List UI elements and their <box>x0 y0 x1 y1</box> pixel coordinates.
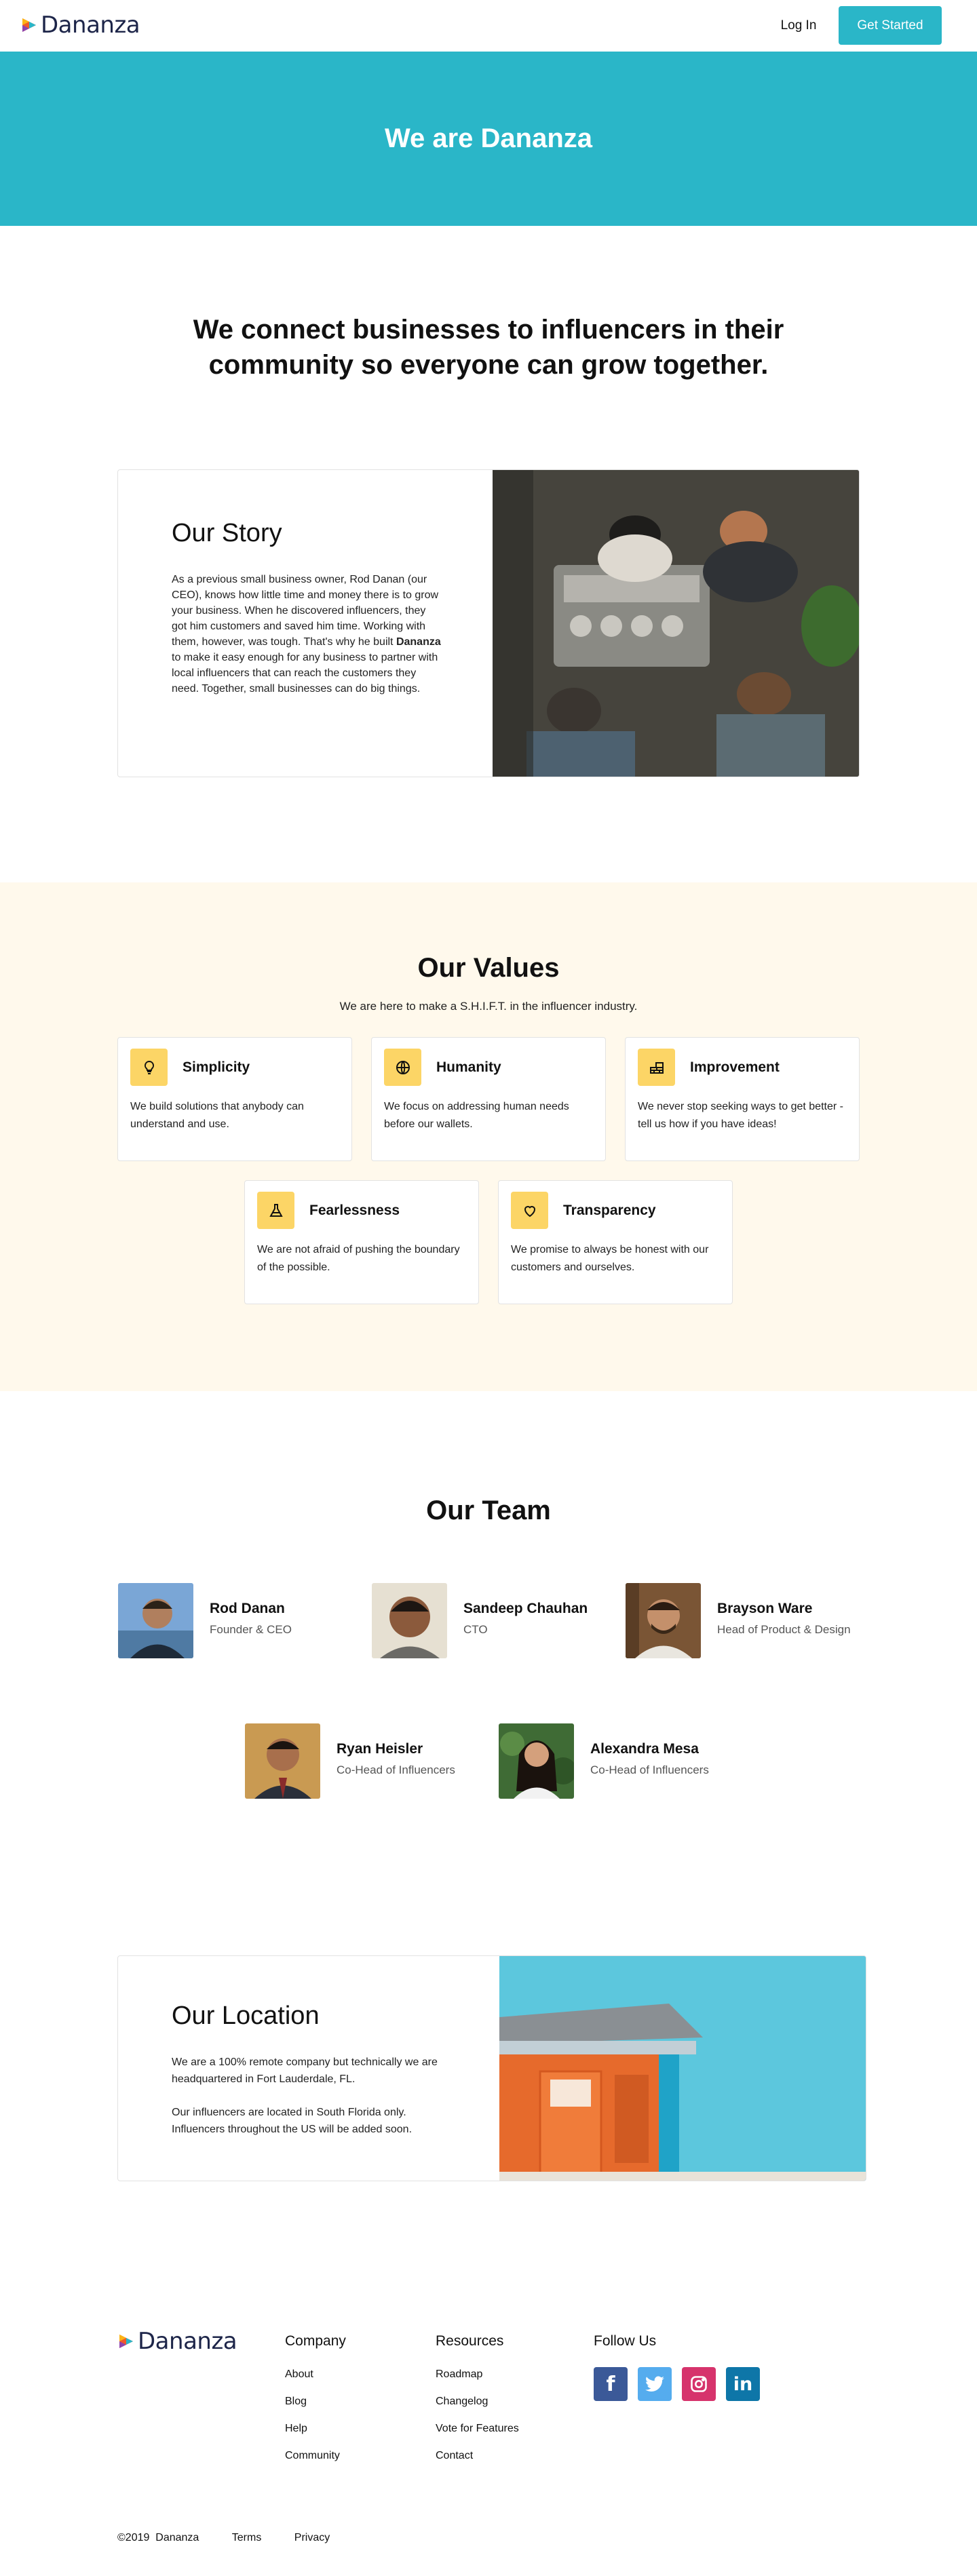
avatar-photo <box>118 1583 193 1658</box>
values-subtitle: We are here to make a S.H.I.F.T. in the … <box>339 1000 638 1013</box>
our-story-card: Our Story As a previous small business o… <box>117 469 860 777</box>
value-icon-box <box>384 1049 421 1086</box>
member-role: Head of Product & Design <box>717 1623 851 1636</box>
value-title: Simplicity <box>183 1059 250 1075</box>
flask-icon <box>269 1203 283 1217</box>
location-title: Our Location <box>172 2002 320 2030</box>
values-title: Our Values <box>417 953 560 983</box>
value-icon-box <box>130 1049 168 1086</box>
value-title: Improvement <box>690 1059 780 1075</box>
linkedin-icon[interactable]: in <box>726 2367 760 2401</box>
footer-link-changelog[interactable]: Changelog <box>436 2396 488 2408</box>
lifeguard-tower-photo <box>499 1956 866 2181</box>
member-name: Sandeep Chauhan <box>463 1601 588 1616</box>
bricks-icon <box>649 1061 664 1074</box>
value-title: Fearlessness <box>309 1203 400 1218</box>
value-description: We build solutions that anybody can unde… <box>130 1101 304 1130</box>
footer-follow-title: Follow Us <box>594 2333 657 2349</box>
instagram-camera-glyph <box>691 2376 707 2392</box>
location-photo-art <box>499 1956 866 2181</box>
hero-banner: We are Dananza <box>0 52 977 226</box>
twitter-bird-glyph <box>645 2376 664 2392</box>
avatar <box>372 1583 447 1658</box>
top-nav: Dananza Log In Get Started <box>0 0 977 52</box>
story-photo-art <box>493 470 859 777</box>
value-card-simplicity: Simplicity We build solutions that anybo… <box>117 1037 352 1161</box>
member-role: Co-Head of Influencers <box>590 1763 709 1776</box>
footer-bottom-bar: ©2019 Dananza Terms Privacy <box>117 2532 330 2544</box>
value-card-fearlessness: Fearlessness We are not afraid of pushin… <box>244 1180 479 1304</box>
mission-statement: We connect businesses to influencers in … <box>193 315 784 380</box>
dananza-play-logo-icon <box>22 18 36 32</box>
member-name: Rod Danan <box>210 1601 285 1616</box>
member-name: Brayson Ware <box>717 1601 813 1616</box>
globe-icon <box>396 1060 410 1074</box>
team-title: Our Team <box>426 1496 551 1525</box>
footer-logo[interactable]: Dananza <box>117 2328 237 2355</box>
member-name: Alexandra Mesa <box>590 1741 699 1757</box>
our-location-card: Our Location We are a 100% remote compan… <box>117 1955 866 2181</box>
footer-link-help[interactable]: Help <box>285 2423 307 2435</box>
footer-link-about[interactable]: About <box>285 2368 313 2381</box>
hero-title: We are Dananza <box>384 123 593 153</box>
twitter-icon[interactable] <box>638 2367 672 2401</box>
value-description: We never stop seeking ways to get better… <box>638 1101 843 1130</box>
value-description: We focus on addressing human needs befor… <box>384 1101 569 1130</box>
avatar-photo <box>245 1723 320 1799</box>
value-card-transparency: Transparency We promise to always be hon… <box>498 1180 733 1304</box>
value-title: Transparency <box>563 1203 656 1218</box>
story-body: As a previous small business owner, Rod … <box>172 572 443 697</box>
footer-link-roadmap[interactable]: Roadmap <box>436 2368 482 2381</box>
footer-link-contact[interactable]: Contact <box>436 2450 473 2462</box>
header-logo[interactable]: Dananza <box>20 12 140 39</box>
copyright-text: ©2019 Dananza <box>117 2532 199 2543</box>
member-name: Ryan Heisler <box>337 1741 423 1757</box>
footer-link-vote-for-features[interactable]: Vote for Features <box>436 2423 519 2435</box>
linkedin-glyph: in <box>733 2373 753 2395</box>
dananza-play-logo-icon <box>119 2335 133 2348</box>
heart-icon <box>524 1205 535 1217</box>
avatar-photo <box>372 1583 447 1658</box>
value-card-improvement: Improvement We never stop seeking ways t… <box>625 1037 860 1161</box>
story-title: Our Story <box>172 519 282 547</box>
value-title: Humanity <box>436 1059 501 1075</box>
story-body-text-2: to make it easy enough for any business … <box>172 652 438 695</box>
logo-wordmark: Dananza <box>41 12 140 39</box>
avatar <box>499 1723 574 1799</box>
footer-link-community[interactable]: Community <box>285 2450 340 2462</box>
avatar <box>245 1723 320 1799</box>
value-description: We promise to always be honest with our … <box>511 1244 709 1273</box>
get-started-button[interactable]: Get Started <box>839 6 942 45</box>
location-paragraph-2: Our influencers are located in South Flo… <box>172 2107 413 2135</box>
instagram-icon[interactable] <box>682 2367 716 2401</box>
terms-link[interactable]: Terms <box>232 2532 262 2543</box>
avatar-photo <box>499 1723 574 1799</box>
value-icon-box <box>257 1192 294 1229</box>
footer-company-title: Company <box>285 2333 346 2349</box>
value-icon-box <box>638 1049 675 1086</box>
login-button[interactable]: Log In <box>761 9 836 42</box>
lightbulb-icon <box>144 1060 154 1074</box>
story-body-brand: Dananza <box>396 636 441 648</box>
member-role: CTO <box>463 1623 488 1636</box>
value-description: We are not afraid of pushing the boundar… <box>257 1244 460 1273</box>
avatar-photo <box>626 1583 701 1658</box>
member-role: Founder & CEO <box>210 1623 292 1636</box>
coffee-shop-baristas-photo <box>493 470 859 777</box>
avatar <box>626 1583 701 1658</box>
footer-link-blog[interactable]: Blog <box>285 2396 307 2408</box>
facebook-icon[interactable]: f <box>594 2367 628 2401</box>
avatar <box>118 1583 193 1658</box>
footer-resources-title: Resources <box>436 2333 504 2349</box>
value-card-humanity: Humanity We focus on addressing human ne… <box>371 1037 606 1161</box>
member-role: Co-Head of Influencers <box>337 1763 455 1776</box>
privacy-link[interactable]: Privacy <box>294 2532 330 2543</box>
location-paragraph-1: We are a 100% remote company but technic… <box>172 2056 438 2085</box>
logo-wordmark: Dananza <box>138 2328 237 2355</box>
value-icon-box <box>511 1192 548 1229</box>
facebook-glyph: f <box>606 2372 615 2396</box>
